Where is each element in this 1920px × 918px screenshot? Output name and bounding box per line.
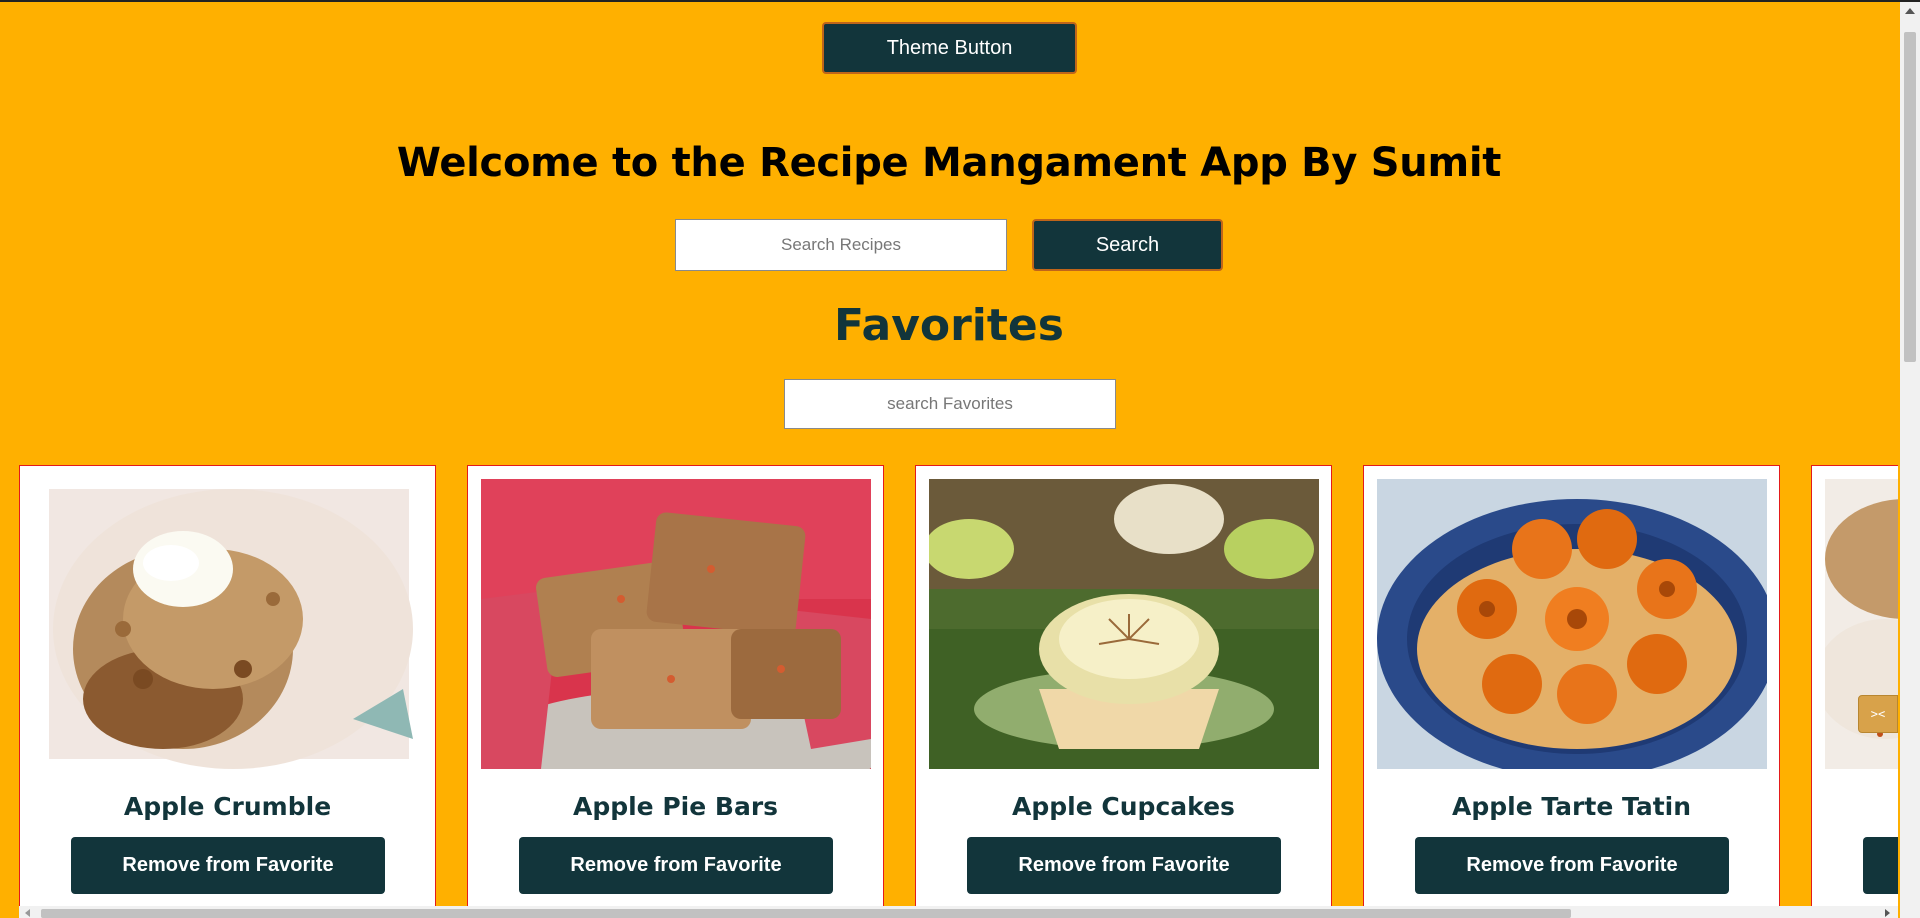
horizontal-scrollbar[interactable] [19,906,1898,918]
scroll-right-arrow-icon[interactable] [1885,909,1890,917]
search-recipes-input[interactable] [675,219,1007,271]
remove-from-favorite-button[interactable]: Remove from Favorite [71,837,385,894]
recipe-card: Apple Pie Bars Remove from Favorite [467,465,884,906]
favorites-list: Apple Crumble Remove from Favorite Apple… [19,465,1898,906]
recipe-card: Apple Cupcakes Remove from Favorite [915,465,1332,906]
remove-from-favorite-button[interactable]: Remove from Favorite [1415,837,1729,894]
remove-from-favorite-button[interactable]: Remove from Favorite [967,837,1281,894]
remove-from-favorite-button[interactable] [1863,837,1898,894]
recipe-card [1811,465,1898,906]
horizontal-scroll-thumb[interactable] [41,909,1571,918]
recipe-name: Apple Pie Bars [572,792,779,821]
page: Theme Button Welcome to the Recipe Manga… [0,2,1898,906]
recipe-image [33,479,423,769]
scroll-up-arrow-icon[interactable] [1905,8,1915,14]
recipe-card: Apple Tarte Tatin Remove from Favorite [1363,465,1780,906]
recipe-image [929,479,1319,769]
search-button[interactable]: Search [1032,219,1223,271]
page-title: Welcome to the Recipe Mangament App By S… [396,140,1502,186]
recipe-name: Apple Cupcakes [1012,792,1235,821]
theme-button[interactable]: Theme Button [822,22,1077,74]
collapse-icon[interactable]: >< [1858,695,1898,733]
vertical-scrollbar[interactable] [1900,2,1920,918]
favorites-heading: Favorites [834,300,1064,351]
vertical-scroll-thumb[interactable] [1904,32,1916,362]
recipe-name: Apple Tarte Tatin [1451,792,1692,821]
search-favorites-input[interactable] [784,379,1116,429]
recipe-card: Apple Crumble Remove from Favorite [19,465,436,906]
scroll-left-arrow-icon[interactable] [25,909,30,917]
remove-from-favorite-button[interactable]: Remove from Favorite [519,837,833,894]
recipe-image [1377,479,1767,769]
recipe-name: Apple Crumble [123,792,332,821]
recipe-image [481,479,871,769]
